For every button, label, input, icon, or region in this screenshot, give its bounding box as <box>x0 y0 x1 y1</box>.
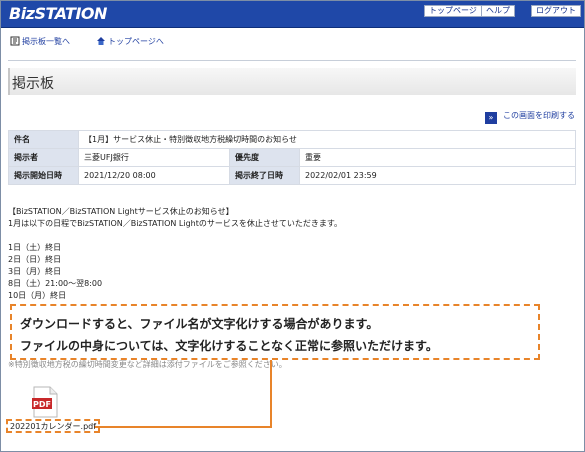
body-line <box>8 230 568 242</box>
back-to-board-list-link[interactable]: 掲示板一覧へ <box>10 36 70 47</box>
body-line: 3日（月）終日 <box>8 267 62 276</box>
priority-value: 重要 <box>299 148 576 167</box>
priority-label: 優先度 <box>229 148 300 167</box>
end-value: 2022/02/01 23:59 <box>299 166 576 185</box>
to-top-page-label: トップページへ <box>108 37 164 46</box>
help-button[interactable]: ヘルプ <box>481 5 515 17</box>
callout-line-2: ファイルの中身については、文字化けすることなく正常に参照いただけます。 <box>20 339 438 353</box>
bizstation-logo: BizSTATION <box>9 4 107 23</box>
attachment-filename[interactable]: 202201カレンダー.pdf <box>6 419 101 433</box>
poster-label: 掲示者 <box>8 148 79 167</box>
table-row: 掲示開始日時 2021/12/20 08:00 掲示終了日時 2022/02/0… <box>8 166 576 185</box>
print-link[interactable]: » この画面を印刷する <box>485 110 575 124</box>
divider <box>8 60 576 61</box>
page-title: 掲示板 <box>12 76 54 92</box>
print-link-label: この画面を印刷する <box>503 111 575 120</box>
callout-connector-horizontal <box>94 426 272 428</box>
to-top-page-link[interactable]: トップページへ <box>96 36 164 47</box>
page-title-band <box>8 68 576 95</box>
annotation-callout: ダウンロードすると、ファイル名が文字化けする場合があります。 ファイルの中身につ… <box>10 304 540 360</box>
pdf-file-icon[interactable]: PDF <box>31 386 59 418</box>
notice-detail-table: 件名 【1月】サービス休止・特別徴収地方税繰切時間のお知らせ 掲示者 三菱UFJ… <box>8 130 576 185</box>
body-line: 【BizSTATION／BizSTATION Lightサービス休止のお知らせ】 <box>8 207 234 216</box>
callout-connector-vertical <box>270 360 272 428</box>
body-line: 1日（土）終日 <box>8 243 62 252</box>
pdf-icon-text: PDF <box>33 400 51 409</box>
back-to-board-list-label: 掲示板一覧へ <box>22 37 70 46</box>
poster-value: 三菱UFJ銀行 <box>78 148 230 167</box>
partially-hidden-note: ※特別徴収地方税の繰切時間変更など詳細は添付ファイルをご参照ください。 <box>8 360 287 369</box>
home-icon <box>96 36 106 46</box>
header-bar: BizSTATION トップページ ヘルプ ログアウト <box>1 1 584 28</box>
start-value: 2021/12/20 08:00 <box>78 166 230 185</box>
start-label: 掲示開始日時 <box>8 166 79 185</box>
subject-value: 【1月】サービス休止・特別徴収地方税繰切時間のお知らせ <box>78 130 576 149</box>
body-line: 8日（土）21:00～翌8:00 <box>8 279 103 288</box>
callout-line-1: ダウンロードすると、ファイル名が文字化けする場合があります。 <box>20 317 379 331</box>
subject-label: 件名 <box>8 130 79 149</box>
double-chevron-icon: » <box>485 112 497 124</box>
top-page-button[interactable]: トップページ <box>424 5 482 17</box>
body-line: 2日（日）終日 <box>8 255 62 264</box>
table-row: 件名 【1月】サービス休止・特別徴収地方税繰切時間のお知らせ <box>8 130 576 149</box>
body-line: 10日（月）終日 <box>8 291 67 300</box>
board-list-icon <box>10 36 20 46</box>
end-label: 掲示終了日時 <box>229 166 300 185</box>
logout-button[interactable]: ログアウト <box>531 5 581 17</box>
table-row: 掲示者 三菱UFJ銀行 優先度 重要 <box>8 148 576 167</box>
notice-body: 【BizSTATION／BizSTATION Lightサービス休止のお知らせ】… <box>8 206 568 302</box>
body-line: 1月は以下の日程でBizSTATION／BizSTATION Lightのサービ… <box>8 219 343 228</box>
